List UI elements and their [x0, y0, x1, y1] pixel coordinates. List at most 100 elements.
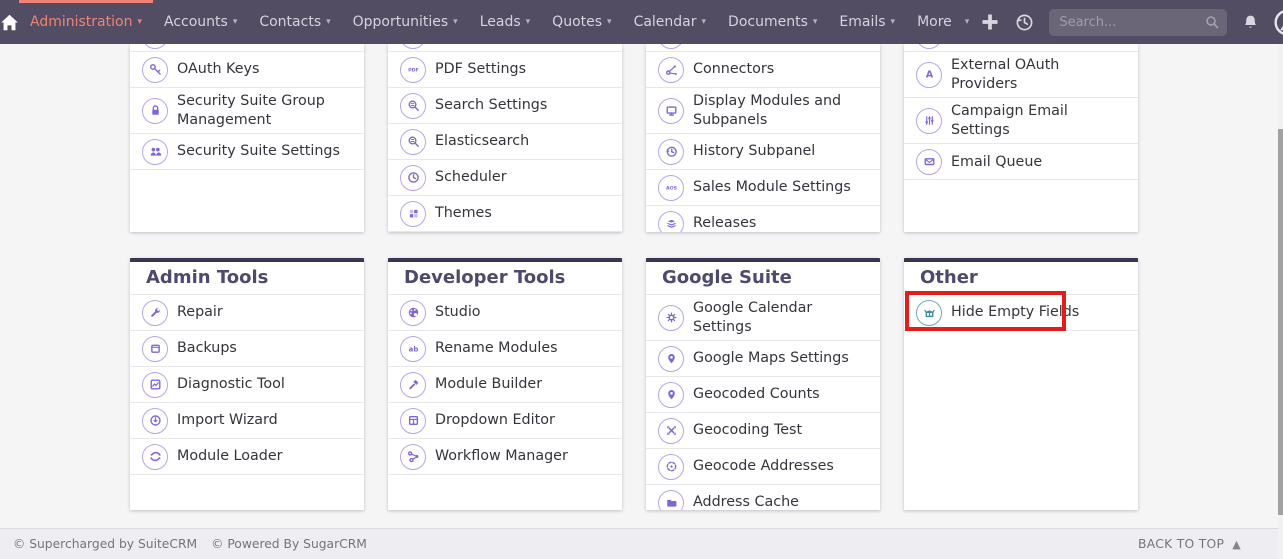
- oauth-keys-link[interactable]: OAuth Keys: [130, 52, 364, 88]
- scheduler-link[interactable]: Scheduler: [388, 160, 622, 196]
- clipped-icon: [400, 44, 426, 49]
- chevron-down-icon: ▾: [891, 17, 896, 27]
- nav-item-label: Emails: [839, 14, 885, 30]
- security-suite-settings-link[interactable]: Security Suite Settings: [130, 134, 364, 170]
- admin-panels-top-row: OAuth KeysSecurity Suite Group Managemen…: [130, 44, 1283, 232]
- module-loader-link[interactable]: Module Loader: [130, 439, 364, 475]
- quick-create-button[interactable]: [980, 12, 1000, 32]
- panel-admin-tools: Admin ToolsRepairBackupsDiagnostic ToolI…: [130, 258, 364, 510]
- nav-item-more[interactable]: More▾: [906, 0, 980, 44]
- user-menu-button[interactable]: [1274, 9, 1283, 36]
- arrows-cross-icon: [658, 418, 684, 444]
- releases-link[interactable]: Releases: [646, 206, 880, 232]
- address-cache-link[interactable]: Address Cache: [646, 485, 880, 510]
- nav-item-documents[interactable]: Documents▾: [717, 0, 828, 44]
- notifications-button[interactable]: [1242, 14, 1259, 31]
- search-grid-icon: [400, 93, 426, 119]
- security-suite-group-management-link[interactable]: Security Suite Group Management: [130, 88, 364, 134]
- repair-link[interactable]: Repair: [130, 295, 364, 331]
- admin-item-label: Geocoded Counts: [693, 385, 820, 404]
- top-navbar: Administration▾Accounts▾Contacts▾Opportu…: [0, 0, 1283, 44]
- admin-item-label: Backups: [177, 339, 237, 358]
- scrollbar-thumb[interactable]: [1278, 129, 1283, 515]
- workflow-manager-link[interactable]: Workflow Manager: [388, 439, 622, 475]
- admin-item-label: Google Calendar Settings: [693, 299, 866, 336]
- import-wizard-link[interactable]: Import Wizard: [130, 403, 364, 439]
- footer-suitecrm-credit: © Supercharged by SuiteCRM: [13, 537, 197, 551]
- panel-title: Other: [904, 262, 1138, 295]
- back-to-top-label: BACK TO TOP: [1138, 537, 1224, 551]
- display-modules-and-subpanels-link[interactable]: Display Modules and Subpanels: [646, 88, 880, 134]
- key-icon: [142, 57, 168, 83]
- rename-modules-link[interactable]: ab Rename Modules: [388, 331, 622, 367]
- google-calendar-settings-link[interactable]: Google Calendar Settings: [646, 295, 880, 341]
- module-builder-link[interactable]: Module Builder: [388, 367, 622, 403]
- nav-item-quotes[interactable]: Quotes▾: [541, 0, 622, 44]
- panel-title: Google Suite: [646, 262, 880, 295]
- nav-item-calendar[interactable]: Calendar▾: [623, 0, 717, 44]
- panel-other: OtherHide Empty Fields: [904, 258, 1138, 510]
- admin-item-label: Connectors: [693, 60, 774, 79]
- admin-item-label: Rename Modules: [435, 339, 558, 358]
- history-clock-icon: [1015, 13, 1034, 32]
- clipped-icon: [658, 44, 684, 49]
- pdf-settings-link[interactable]: PDFPDF Settings: [388, 52, 622, 88]
- geocoded-counts-link[interactable]: Geocoded Counts: [646, 377, 880, 413]
- nav-item-label: Calendar: [634, 14, 697, 30]
- hide-empty-fields-link[interactable]: Hide Empty Fields: [904, 295, 1138, 331]
- elasticsearch-link[interactable]: Elasticsearch: [388, 124, 622, 160]
- search-icon[interactable]: [1205, 15, 1219, 29]
- clipped-icon: [916, 44, 942, 49]
- admin-panels-bottom-row: Admin ToolsRepairBackupsDiagnostic ToolI…: [130, 258, 1283, 510]
- nav-item-emails[interactable]: Emails ▾: [828, 0, 906, 44]
- admin-item-label: Workflow Manager: [435, 447, 568, 466]
- backups-link[interactable]: Backups: [130, 331, 364, 367]
- nav-item-accounts[interactable]: Accounts▾: [153, 0, 248, 44]
- nav-module-tabs: Administration▾Accounts▾Contacts▾Opportu…: [19, 0, 980, 44]
- chart-icon: [142, 372, 168, 398]
- admin-item-label: History Subpanel: [693, 142, 815, 161]
- admin-item-label: Geocoding Test: [693, 421, 802, 440]
- box-icon: [142, 336, 168, 362]
- geocode-addresses-link[interactable]: Geocode Addresses: [646, 449, 880, 485]
- nav-item-leads[interactable]: Leads▾: [469, 0, 541, 44]
- back-to-top-link[interactable]: BACK TO TOP ▲: [1138, 537, 1241, 551]
- chevron-down-icon: ▾: [233, 17, 238, 27]
- search-input[interactable]: [1049, 9, 1227, 36]
- pdf-badge-icon: PDF: [400, 57, 426, 83]
- squares-icon: [400, 201, 426, 227]
- home-button[interactable]: [0, 0, 19, 44]
- search-settings-link[interactable]: Search Settings: [388, 88, 622, 124]
- chevron-down-icon: ▾: [813, 17, 818, 27]
- nav-item-opportunities[interactable]: Opportunities▾: [342, 0, 469, 44]
- svg-text:ab: ab: [408, 346, 418, 354]
- studio-link[interactable]: Studio: [388, 295, 622, 331]
- folder-icon: [658, 490, 684, 510]
- sales-module-settings-link[interactable]: AOSSales Module Settings: [646, 170, 880, 206]
- geocoding-test-link[interactable]: Geocoding Test: [646, 413, 880, 449]
- panel-column-1: OAuth KeysSecurity Suite Group Managemen…: [130, 44, 364, 232]
- palette-icon: [400, 300, 426, 326]
- recently-viewed-button[interactable]: [1015, 13, 1034, 32]
- bell-icon: [1242, 14, 1259, 31]
- history-icon: [658, 139, 684, 165]
- google-maps-settings-link[interactable]: Google Maps Settings: [646, 341, 880, 377]
- external-oauth-providers-link[interactable]: AExternal OAuth Providers: [904, 52, 1138, 98]
- diagnostic-tool-link[interactable]: Diagnostic Tool: [130, 367, 364, 403]
- themes-link[interactable]: Themes: [388, 196, 622, 232]
- campaign-email-settings-link[interactable]: Campaign Email Settings: [904, 98, 1138, 144]
- nav-right-actions: [980, 0, 1283, 44]
- dropdown-editor-link[interactable]: Dropdown Editor: [388, 403, 622, 439]
- arrow-up-icon: ▲: [1232, 538, 1241, 551]
- window-icon: [400, 408, 426, 434]
- admin-item-label: Campaign Email Settings: [951, 102, 1124, 139]
- history-subpanel-link[interactable]: History Subpanel: [646, 134, 880, 170]
- admin-item-label: Module Builder: [435, 375, 542, 394]
- connectors-link[interactable]: Connectors: [646, 52, 880, 88]
- chevron-down-icon: ▾: [607, 17, 612, 27]
- email-queue-link[interactable]: Email Queue: [904, 144, 1138, 180]
- nav-item-administration[interactable]: Administration▾: [19, 0, 153, 44]
- avatar-icon: [1274, 9, 1283, 36]
- nav-item-contacts[interactable]: Contacts▾: [248, 0, 341, 44]
- chevron-down-icon: ▾: [453, 17, 458, 27]
